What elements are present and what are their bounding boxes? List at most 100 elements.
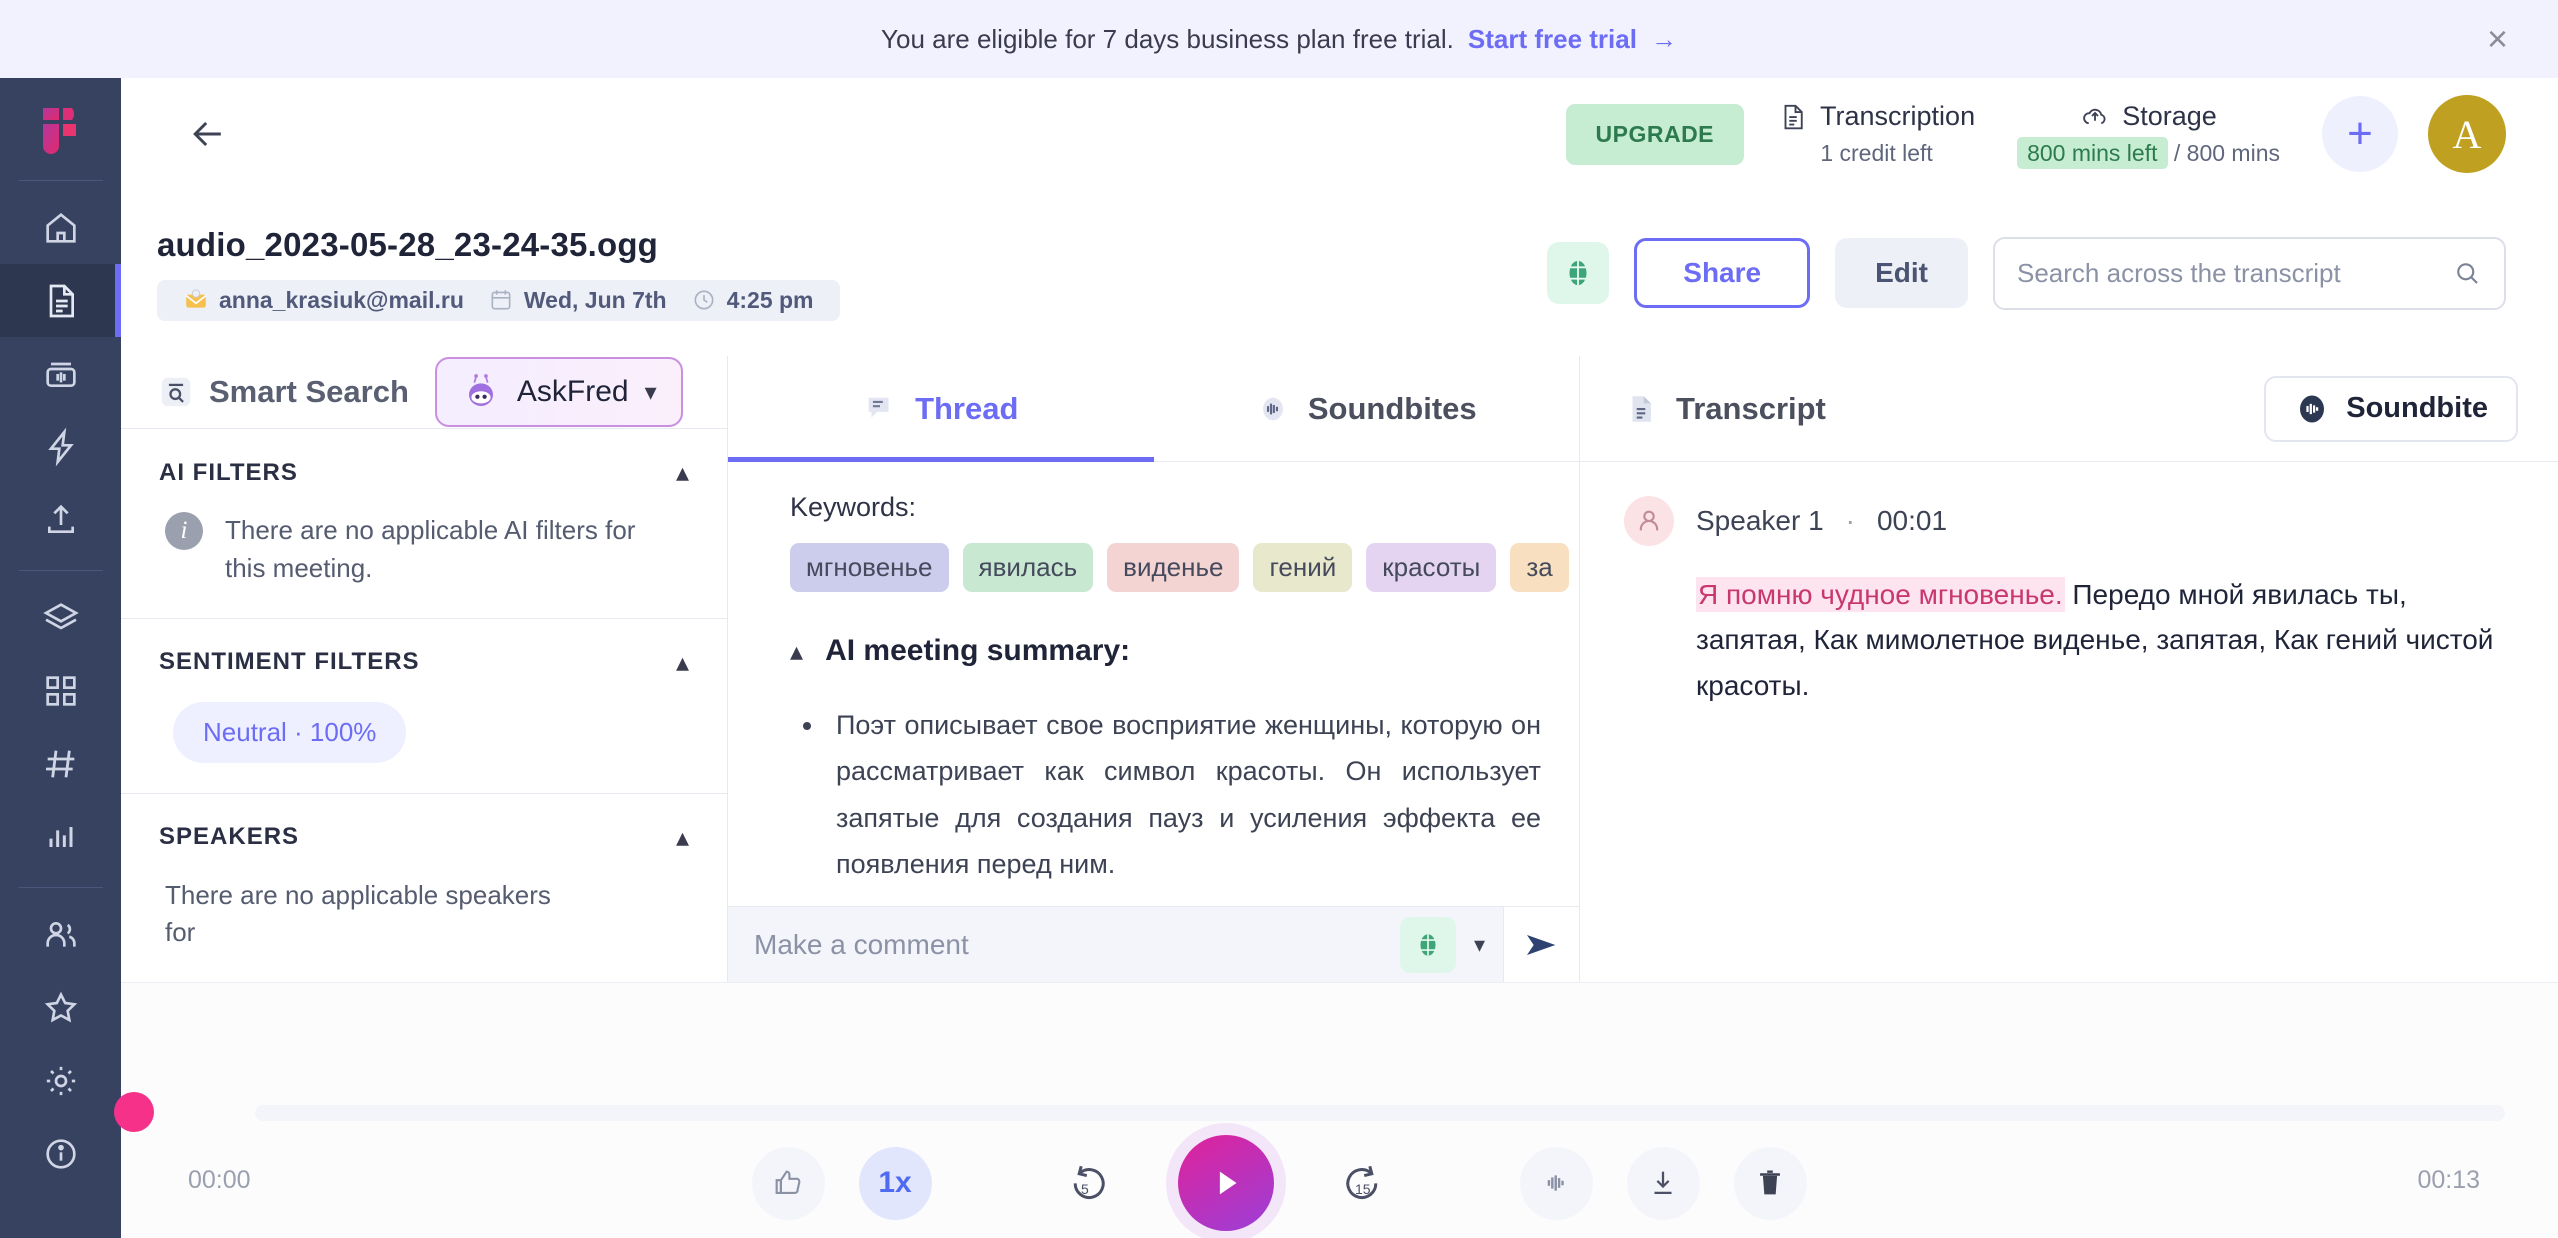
sidebar-item-automations[interactable] (0, 410, 121, 483)
transcript-speaker-row[interactable]: Speaker 1 · 00:01 (1624, 496, 2500, 546)
ai-filters-header[interactable]: AI FILTERS ▴ (159, 457, 689, 488)
ai-summary-title: AI meeting summary: (825, 634, 1131, 667)
close-icon[interactable]: × (2487, 18, 2508, 60)
sidebar-item-home[interactable] (0, 191, 121, 264)
soundbites-icon (1262, 397, 1283, 420)
chevron-up-icon[interactable]: ▴ (676, 822, 689, 853)
keyword-chip[interactable]: виденье (1107, 543, 1240, 592)
transcription-meter: Transcription 1 credit left (1778, 101, 1975, 167)
sidebar-item-layers[interactable] (0, 581, 121, 654)
chevron-down-icon: ▾ (644, 378, 657, 406)
progress-track[interactable] (255, 1105, 2505, 1121)
keyword-chip[interactable]: явилась (962, 543, 1094, 592)
start-free-trial-link[interactable]: Start free trial → (1468, 24, 1677, 55)
forward-button[interactable]: 15 (1327, 1147, 1400, 1220)
sidebar-item-upload[interactable] (0, 483, 121, 556)
tab-smart-search[interactable]: Smart Search (159, 374, 409, 410)
chevron-up-icon[interactable]: ▴ (676, 457, 689, 488)
sentiment-pill-neutral[interactable]: Neutral · 100% (173, 701, 407, 763)
sidebar-item-document[interactable] (0, 264, 121, 337)
ai-summary-header[interactable]: ▴ AI meeting summary: (790, 634, 1541, 668)
upgrade-button[interactable]: UPGRADE (1565, 103, 1745, 165)
file-meta: anna_krasiuk@mail.ru Wed, Jun 7th 4:25 p… (157, 279, 840, 321)
avatar[interactable]: A (2428, 95, 2506, 173)
comment-language-button[interactable] (1399, 916, 1456, 973)
file-date: Wed, Jun 7th (476, 287, 679, 314)
svg-text:15: 15 (1355, 1181, 1371, 1197)
section-speakers: SPEAKERS ▴ There are no applicable speak… (121, 794, 727, 982)
language-button[interactable] (1547, 242, 1610, 304)
comment-bar[interactable]: ▾ (728, 906, 1579, 983)
soundbite-label: Soundbite (2346, 392, 2488, 424)
keyword-chip[interactable]: гений (1253, 543, 1353, 592)
keyword-chip[interactable]: мгновенье (790, 543, 949, 592)
tab-soundbites[interactable]: Soundbites (1154, 356, 1580, 461)
transcript-title: Transcript (1676, 390, 1826, 426)
thread-panel: Thread Soundbites Keywords: мгновенье яв… (728, 356, 1580, 983)
playback-speed-button[interactable]: 1x (858, 1146, 932, 1220)
app-bar-right: UPGRADE Transcription 1 credit left Stor… (1565, 95, 2558, 173)
forward-15-icon: 15 (1346, 1165, 1378, 1200)
transcript-highlight: Я помню чудное мгновенье. (1696, 577, 2065, 612)
ai-filters-title: AI FILTERS (159, 458, 298, 486)
arrow-left-icon (193, 121, 221, 147)
play-button[interactable] (1177, 1135, 1274, 1231)
sidebar-item-favorites[interactable] (0, 971, 121, 1044)
main-content: Smart Search AskFred ▾ AI FILTERS ▴ i Th… (121, 356, 2558, 983)
sidebar-item-recordings[interactable] (0, 337, 121, 410)
info-icon: i (165, 512, 203, 551)
sidebar-item-settings[interactable] (0, 1044, 121, 1117)
sentiment-filters-title: SENTIMENT FILTERS (159, 648, 420, 676)
chevron-up-icon[interactable]: ▴ (790, 636, 803, 667)
file-owner: anna_krasiuk@mail.ru (171, 287, 476, 314)
search-input[interactable] (2017, 257, 2452, 289)
sentiment-filters-header[interactable]: SENTIMENT FILTERS ▴ (159, 647, 689, 678)
people-icon (45, 921, 76, 947)
rail-divider (18, 887, 103, 888)
app-logo[interactable] (30, 104, 92, 166)
add-button[interactable]: + (2322, 96, 2398, 172)
filters-panel: Smart Search AskFred ▾ AI FILTERS ▴ i Th… (121, 356, 728, 982)
send-icon (1526, 934, 1555, 955)
speakers-note-text: There are no applicable speakers for (165, 879, 551, 948)
transcript-text[interactable]: Я помню чудное мгновенье. Передо мной яв… (1696, 572, 2500, 708)
reaction-button[interactable] (751, 1146, 825, 1220)
back-button[interactable] (181, 107, 235, 161)
delete-button[interactable] (1733, 1146, 1807, 1220)
sidebar-item-team[interactable] (0, 898, 121, 971)
send-comment-button[interactable] (1503, 906, 1579, 983)
document-icon (49, 284, 74, 317)
edit-button[interactable]: Edit (1835, 238, 1968, 308)
soundbite-button[interactable]: Soundbite (2264, 375, 2518, 442)
rail-divider (18, 180, 103, 181)
askfred-dropdown[interactable]: AskFred ▾ (434, 357, 683, 428)
file-header-actions: Share Edit (1547, 236, 2558, 310)
rewind-button[interactable]: 5 (1052, 1147, 1125, 1220)
cloud-upload-icon (2083, 108, 2106, 124)
keyword-chip[interactable]: красоты (1366, 543, 1497, 592)
progress-handle[interactable] (114, 1092, 154, 1132)
chevron-up-icon[interactable]: ▴ (676, 647, 689, 678)
hash-icon (45, 749, 74, 778)
svg-text:5: 5 (1081, 1181, 1089, 1197)
keyword-chip[interactable]: за (1510, 543, 1569, 592)
sidebar-item-channels[interactable] (0, 727, 121, 800)
app-bar: UPGRADE Transcription 1 credit left Stor… (121, 78, 2558, 190)
storage-pill: 800 mins left (2017, 137, 2168, 169)
transcript-search[interactable] (1993, 236, 2506, 310)
tab-thread[interactable]: Thread (728, 356, 1154, 462)
ai-filters-note-text: There are no applicable AI filters for t… (225, 515, 636, 583)
start-free-trial-label: Start free trial (1467, 23, 1637, 54)
sidebar-item-apps[interactable] (0, 654, 121, 727)
speakers-title: SPEAKERS (159, 823, 300, 851)
chevron-down-icon[interactable]: ▾ (1474, 932, 1485, 958)
waveform-button[interactable] (1519, 1146, 1593, 1220)
share-button[interactable]: Share (1634, 238, 1811, 308)
sidebar-item-analytics[interactable] (0, 800, 121, 873)
download-button[interactable] (1626, 1146, 1700, 1220)
separator: · (1845, 505, 1855, 536)
speakers-header[interactable]: SPEAKERS ▴ (159, 822, 689, 853)
speaker-timestamp: 00:01 (1876, 505, 1948, 536)
comment-input[interactable] (754, 928, 1400, 961)
soundbite-icon (2300, 395, 2325, 422)
